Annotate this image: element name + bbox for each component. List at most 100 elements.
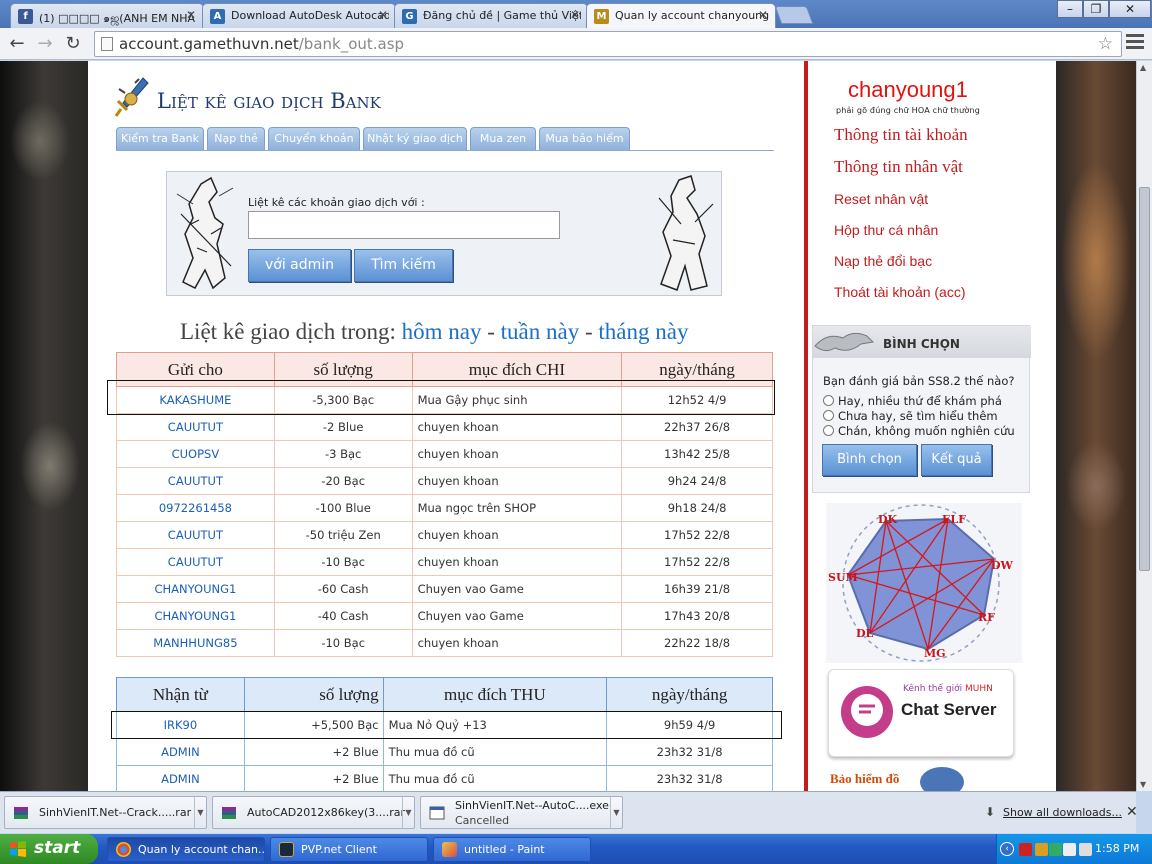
tab-mua-zen[interactable]: Mua zen [470, 127, 536, 150]
table-row: CAUUTUT -50 triệu Zen chuyen khoan 17h52 22… [116, 521, 773, 549]
insurance-banner-text[interactable]: Bảo hiểm đồ [830, 771, 899, 787]
class-label-rf: RF [978, 611, 995, 624]
period-prefix: Liệt kê giao dịch trong: [180, 319, 396, 344]
recipient-link[interactable]: CAUUTUT [116, 548, 275, 576]
scroll-down-arrow-icon[interactable]: ▼ [1140, 780, 1146, 789]
col-header-date: ngày/tháng [606, 677, 773, 712]
link-logout[interactable]: Thoát tài khoản (acc) [834, 284, 966, 300]
chevron-down-icon[interactable]: ▼ [610, 797, 622, 828]
downloads-bar: SinhVienIT.Net--Crack.....rar ▼ AutoCAD2… [0, 791, 1138, 833]
link-reset-character[interactable]: Reset nhân vật [834, 191, 928, 207]
clock: 1:58 PM [1095, 842, 1140, 855]
download-item[interactable]: SinhVienIT.Net--Crack.....rar ▼ [4, 796, 207, 829]
radio-icon[interactable] [823, 425, 834, 436]
close-icon[interactable]: ✕ [184, 8, 198, 22]
back-arrow-icon[interactable]: ← [6, 33, 28, 55]
close-window-button[interactable]: ✕ [1109, 0, 1151, 18]
sender-link[interactable]: ADMIN [116, 765, 245, 791]
amount-cell: -10 Bạc [273, 548, 413, 576]
taskbar-item-pvp[interactable]: PVP.net Client [270, 837, 428, 862]
recipient-link[interactable]: CAUUTUT [116, 521, 275, 549]
link-inbox[interactable]: Hộp thư cá nhân [834, 222, 938, 238]
start-button[interactable]: start [0, 834, 98, 864]
tab-chuyen-khoan[interactable]: Chuyển khoản [268, 127, 360, 150]
poll-option[interactable]: Chưa hay, sẽ tìm hiểu thêm [823, 409, 998, 423]
purpose-cell: Mua ngọc trên SHOP [411, 494, 623, 522]
browser-tab-autodesk[interactable]: A Download AutoDesk Autocad ✕ [202, 3, 396, 28]
purpose-cell: Chuyen vao Game [411, 602, 623, 630]
date-cell: 23h32 31/8 [606, 738, 773, 766]
tray-app-icon[interactable] [1035, 843, 1048, 856]
poll-header: BÌNH CHỌN [813, 326, 1031, 358]
menu-icon[interactable] [1126, 34, 1144, 52]
tray-app-icon[interactable] [1019, 843, 1032, 856]
volume-icon[interactable] [1079, 843, 1092, 856]
vote-button[interactable]: Bình chọn [822, 444, 917, 476]
period-week-link[interactable]: tuần này [501, 319, 580, 344]
close-icon[interactable]: ✕ [1126, 804, 1138, 820]
tab-kiem-tra-bank[interactable]: Kiểm tra Bank [116, 127, 204, 150]
tab-nhat-ky-giao-dich[interactable]: Nhật ký giao dịch [363, 127, 467, 150]
recipient-link[interactable]: CAUUTUT [116, 467, 275, 495]
poll-option[interactable]: Hay, nhiều thứ để khám phá [823, 394, 1002, 408]
poll-option[interactable]: Chán, không muốn nghiên cứu [823, 424, 1015, 438]
show-all-downloads-link[interactable]: Show all downloads... [1003, 806, 1122, 819]
recipient-link[interactable]: CHANYOUNG1 [116, 602, 275, 630]
tab-nap-the[interactable]: Nạp thẻ [207, 127, 265, 150]
browser-tab-account[interactable]: M Quan ly account chanyoung1 ✕ [586, 3, 776, 29]
recipient-link[interactable]: CAUUTUT [116, 413, 275, 441]
close-icon[interactable]: ✕ [568, 8, 582, 22]
recipient-link[interactable]: CHANYOUNG1 [116, 575, 275, 603]
amount-cell: -50 triệu Zen [273, 521, 413, 549]
close-icon[interactable]: ✕ [756, 8, 770, 22]
link-card-topup[interactable]: Nạp thẻ đổi bạc [834, 253, 932, 269]
period-filter-line: Liệt kê giao dịch trong: hôm nay - tuần … [180, 319, 688, 345]
recipient-link[interactable]: 0972261458 [116, 494, 275, 522]
taskbar-item-chrome[interactable]: Quan ly account chan... [107, 837, 265, 862]
network-icon[interactable] [1063, 843, 1076, 856]
browser-tab-gamethu[interactable]: G Đăng chủ đề | Game thủ Việt ✕ [394, 3, 588, 28]
taskbar-item-paint[interactable]: untitled - Paint [433, 837, 591, 862]
recipient-link[interactable]: MANHHUNG85 [116, 629, 275, 657]
download-item[interactable]: SinhVienIT.Net--AutoC....exe Cancelled ▼ [420, 796, 623, 829]
amount-cell: -60 Cash [273, 575, 413, 603]
recipient-link[interactable]: CUOPSV [116, 440, 275, 468]
vertical-scrollbar[interactable]: ▲ ▼ [1136, 61, 1152, 791]
radio-icon[interactable] [823, 395, 834, 406]
class-label-dw: DW [991, 559, 1014, 572]
chevron-down-icon[interactable]: ▼ [194, 797, 206, 828]
amount-cell: -2 Blue [273, 413, 413, 441]
sender-link[interactable]: ADMIN [116, 738, 245, 766]
new-tab-button[interactable] [774, 6, 814, 24]
with-admin-button[interactable]: với admin [248, 249, 351, 282]
browser-tab-facebook[interactable]: f (1) □□□□ ๑ஜ(ANH EM NHÀ S ✕ [10, 3, 204, 28]
period-today-link[interactable]: hôm nay [402, 319, 482, 344]
period-month-link[interactable]: tháng này [598, 319, 688, 344]
download-item[interactable]: AutoCAD2012x86key(3....rar ▼ [212, 796, 415, 829]
close-icon[interactable]: ✕ [376, 8, 390, 22]
search-input[interactable] [248, 211, 560, 239]
vote-result-button[interactable]: Kết quả [921, 444, 992, 476]
warrior-illustration-right [658, 175, 714, 291]
minimize-button[interactable]: – [1057, 0, 1083, 18]
bookmark-star-icon[interactable]: ☆ [1098, 34, 1113, 54]
scrollbar-thumb[interactable] [1139, 187, 1150, 571]
download-filename: AutoCAD2012x86key(3....rar [247, 806, 406, 819]
chevron-down-icon[interactable]: ▼ [402, 797, 414, 828]
date-cell: 13h42 25/8 [621, 440, 773, 468]
link-account-info[interactable]: Thông tin tài khoản [834, 125, 968, 145]
address-bar[interactable]: account.gamethuvn.net/bank_out.asp ☆ [94, 31, 1122, 57]
chat-server-banner[interactable]: Kênh thế giới MUHN Chat Server [828, 669, 1014, 757]
tray-app-icon[interactable] [1049, 843, 1062, 856]
link-character-info[interactable]: Thông tin nhân vật [834, 157, 963, 177]
search-button[interactable]: Tìm kiếm [354, 249, 453, 282]
tray-expand-icon[interactable]: ‹ [1000, 842, 1014, 856]
sword-icon [114, 77, 149, 117]
maximize-button[interactable]: ❐ [1083, 0, 1109, 18]
reload-icon[interactable]: ↻ [62, 33, 84, 55]
tab-mua-bao-hiem[interactable]: Mua bảo hiểm [539, 127, 630, 150]
amount-cell: -40 Cash [273, 602, 413, 630]
forward-arrow-icon[interactable]: → [34, 33, 56, 55]
scroll-up-arrow-icon[interactable]: ▲ [1140, 63, 1146, 72]
radio-icon[interactable] [823, 410, 834, 421]
